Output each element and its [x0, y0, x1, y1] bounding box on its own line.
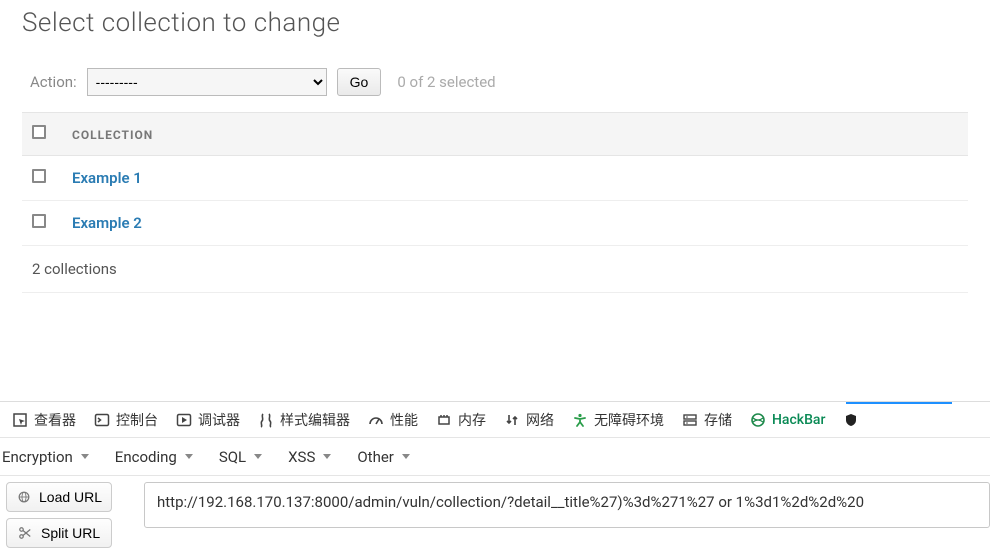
action-select[interactable]: ---------	[87, 68, 327, 96]
shield-icon	[843, 412, 859, 428]
tab-label: 样式编辑器	[280, 410, 350, 430]
menu-label: XSS	[288, 448, 315, 466]
split-url-button[interactable]: Split URL	[6, 518, 112, 548]
tab-performance[interactable]: 性能	[362, 406, 424, 434]
load-url-button[interactable]: Load URL	[6, 482, 112, 512]
tab-label: 调试器	[198, 410, 240, 430]
tab-console[interactable]: 控制台	[88, 406, 164, 434]
tab-storage[interactable]: 存储	[676, 406, 738, 434]
tab-accessibility[interactable]: 无障碍环境	[566, 406, 670, 434]
menu-encryption[interactable]: Encryption	[2, 448, 89, 466]
tab-styleeditor[interactable]: 样式编辑器	[252, 406, 356, 434]
menu-label: Encoding	[115, 448, 177, 466]
hackbar-toolbar: Encryption Encoding SQL XSS Other	[0, 438, 990, 476]
select-all-checkbox[interactable]	[32, 125, 46, 139]
inspector-icon	[12, 412, 28, 428]
tab-label: 存储	[704, 410, 732, 430]
debugger-icon	[176, 412, 192, 428]
menu-other[interactable]: Other	[357, 448, 410, 466]
tab-more[interactable]	[837, 408, 865, 432]
button-label: Split URL	[41, 525, 100, 541]
admin-change-list: Select collection to change Action: ----…	[0, 0, 990, 293]
select-all-cell	[22, 113, 62, 156]
row-checkbox[interactable]	[32, 214, 46, 228]
globe-reload-icon	[17, 489, 31, 505]
tab-label: 性能	[390, 410, 418, 430]
scissors-icon	[17, 525, 33, 541]
tab-memory[interactable]: 内存	[430, 406, 492, 434]
tab-label: 无障碍环境	[594, 410, 664, 430]
menu-label: Encryption	[2, 448, 73, 466]
devtools: 查看器 控制台 调试器 样式编辑器	[0, 401, 990, 556]
caret-down-icon	[402, 454, 410, 459]
table-header-row: COLLECTION	[22, 113, 968, 156]
tab-label: 内存	[458, 410, 486, 430]
tab-debugger[interactable]: 调试器	[170, 406, 246, 434]
row-checkbox[interactable]	[32, 169, 46, 183]
actions-bar: Action: --------- Go 0 of 2 selected	[22, 68, 968, 96]
memory-icon	[436, 412, 452, 428]
button-label: Load URL	[39, 489, 102, 505]
table-row: Example 1	[22, 156, 968, 201]
devtools-tabs: 查看器 控制台 调试器 样式编辑器	[0, 402, 990, 438]
change-list-table: COLLECTION Example 1 Example 2	[22, 112, 968, 246]
url-input[interactable]: http://192.168.170.137:8000/admin/vuln/c…	[144, 482, 990, 528]
column-header-collection[interactable]: COLLECTION	[62, 113, 968, 156]
caret-down-icon	[81, 454, 89, 459]
go-button[interactable]: Go	[337, 68, 382, 96]
table-row: Example 2	[22, 201, 968, 246]
caret-down-icon	[323, 454, 331, 459]
active-tab-indicator	[846, 402, 952, 404]
hackbar-body: Load URL Split URL http://192.168.170.13…	[0, 476, 990, 556]
tab-label: 查看器	[34, 410, 76, 430]
hackbar-side-buttons: Load URL Split URL	[0, 476, 118, 556]
menu-label: SQL	[219, 448, 246, 466]
result-count: 2 collections	[22, 246, 968, 293]
tab-label: 网络	[526, 410, 554, 430]
selected-count: 0 of 2 selected	[397, 73, 495, 91]
accessibility-icon	[572, 412, 588, 428]
caret-down-icon	[185, 454, 193, 459]
menu-sql[interactable]: SQL	[219, 448, 262, 466]
row-link[interactable]: Example 2	[72, 214, 142, 232]
action-label: Action:	[30, 73, 77, 91]
caret-down-icon	[254, 454, 262, 459]
storage-icon	[682, 412, 698, 428]
tab-label: 控制台	[116, 410, 158, 430]
devtools-tabs-wrap: 查看器 控制台 调试器 样式编辑器	[0, 402, 990, 438]
menu-xss[interactable]: XSS	[288, 448, 331, 466]
column-header-label: COLLECTION	[72, 128, 153, 142]
network-icon	[504, 412, 520, 428]
menu-encoding[interactable]: Encoding	[115, 448, 193, 466]
tab-network[interactable]: 网络	[498, 406, 560, 434]
row-link[interactable]: Example 1	[72, 169, 142, 187]
performance-icon	[368, 412, 384, 428]
url-area: http://192.168.170.137:8000/admin/vuln/c…	[118, 476, 990, 556]
menu-label: Other	[357, 448, 394, 466]
page-title: Select collection to change	[22, 8, 968, 38]
tab-hackbar[interactable]: HackBar	[744, 408, 831, 432]
hackbar-icon	[750, 412, 766, 428]
console-icon	[94, 412, 110, 428]
style-editor-icon	[258, 412, 274, 428]
tab-inspector[interactable]: 查看器	[6, 406, 82, 434]
tab-label: HackBar	[772, 412, 825, 428]
